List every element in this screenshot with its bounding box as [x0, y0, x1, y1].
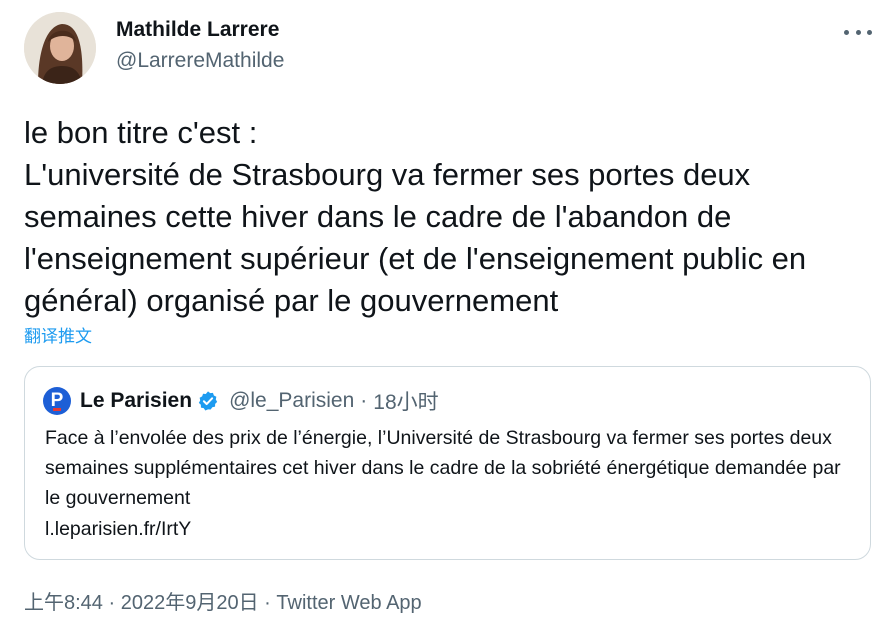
tweet-time[interactable]: 上午8:44: [24, 592, 103, 614]
more-horizontal-icon: [855, 29, 861, 35]
tweet-header: Mathilde Larrere @LarrereMathilde: [24, 12, 874, 86]
quoted-timestamp[interactable]: 18小时: [373, 386, 438, 416]
quoted-tweet-link[interactable]: l.leparisien.fr/IrtY: [45, 514, 191, 544]
separator-dot: ·: [108, 592, 116, 614]
logo-accent: [53, 408, 61, 411]
tweet-meta: 上午8:44 · 2022年9月20日 · Twitter Web App: [24, 586, 422, 615]
avatar-image: [24, 12, 96, 84]
quoted-tweet-header: P Le Parisien @le_Parisien · 18小时: [43, 387, 439, 415]
avatar[interactable]: [24, 12, 96, 84]
quoted-avatar[interactable]: P: [43, 387, 71, 415]
tweet-text: le bon titre c'est : L'université de Str…: [24, 115, 807, 318]
verified-badge-icon: [198, 391, 218, 411]
quoted-tweet[interactable]: P Le Parisien @le_Parisien · 18小时 Face à…: [24, 366, 871, 560]
separator-dot: ·: [360, 389, 368, 412]
separator-dot: ·: [264, 592, 271, 614]
author-handle[interactable]: @LarrereMathilde: [116, 49, 284, 73]
more-horizontal-icon: [844, 29, 849, 35]
tweet-date[interactable]: 2022年9月20日: [121, 592, 259, 614]
translate-tweet-link[interactable]: 翻译推文: [24, 322, 92, 347]
quoted-tweet-text: Face à l’envolée des prix de l’énergie, …: [45, 427, 841, 509]
author-name[interactable]: Mathilde Larrere: [116, 18, 279, 42]
tweet-source: Twitter Web App: [276, 592, 422, 614]
more-options-button[interactable]: [844, 22, 872, 42]
more-horizontal-icon: [867, 29, 872, 35]
quoted-author-handle[interactable]: @le_Parisien: [229, 389, 354, 413]
quoted-author-name[interactable]: Le Parisien: [80, 389, 192, 413]
